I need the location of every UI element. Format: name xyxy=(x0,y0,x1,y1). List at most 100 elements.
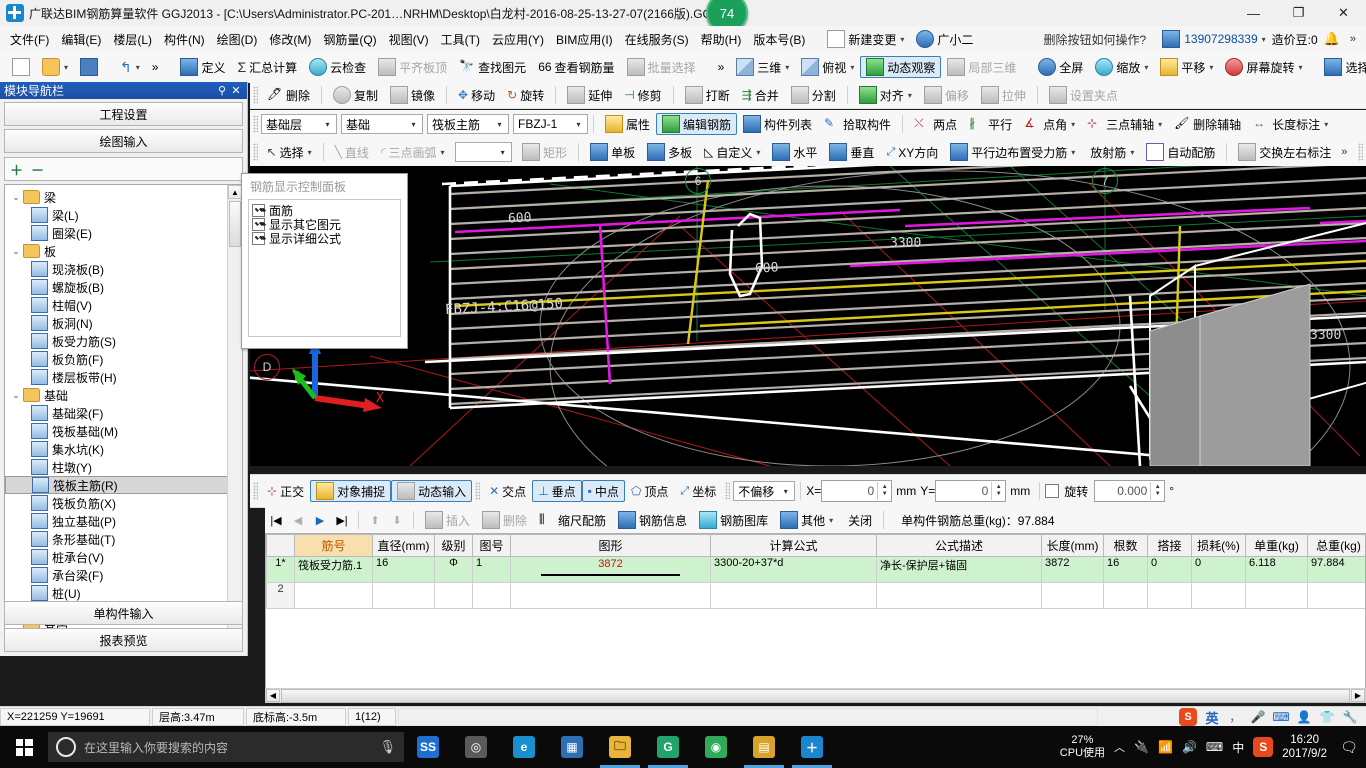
tree-item-spiral-slab[interactable]: 螺旋板(B) xyxy=(5,278,228,296)
table-horizontal-scrollbar[interactable]: ◀ ▶ xyxy=(265,688,1366,703)
select-tool-button[interactable]: ↖ 选择 ▾ xyxy=(261,141,318,163)
toolbar-gripper[interactable] xyxy=(253,86,258,104)
rotate-checkbox[interactable] xyxy=(1045,484,1060,498)
parallel-button[interactable]: ∦ 平行 xyxy=(963,113,1018,135)
table-row[interactable]: 1* 筏板受力筋.1 16 Φ 1 3872 3300-20+37*d 净长-保… xyxy=(266,556,1365,583)
punctuation-icon[interactable]: ， xyxy=(1227,709,1243,725)
tree-item-raft-foundation[interactable]: 筏板基础(M) xyxy=(5,422,228,440)
taskbar-app-store[interactable]: ▦ xyxy=(548,726,596,768)
move-button[interactable]: ✥ 移动 xyxy=(452,84,501,106)
swap-lr-dim-button[interactable]: 交换左右标注 xyxy=(1232,141,1337,163)
th-rowno[interactable] xyxy=(266,534,295,557)
th-loss[interactable]: 损耗(%) xyxy=(1191,534,1246,557)
cell-length[interactable] xyxy=(1041,582,1104,609)
close-button[interactable]: ✕ xyxy=(1321,0,1366,26)
member-name-combo[interactable]: FBZJ-1 ▾ xyxy=(513,114,588,134)
cell-diameter[interactable]: 16 xyxy=(372,556,435,583)
custom-button[interactable]: ◺ 自定义 ▾ xyxy=(698,141,766,163)
delete-axis-button[interactable]: 🖌 删除辅轴 xyxy=(1168,113,1247,135)
taskbar-app-ggj[interactable]: ＋ xyxy=(788,726,836,768)
account-chevron-icon[interactable]: ▾ xyxy=(1262,35,1266,44)
member-list-button[interactable]: 构件列表 xyxy=(737,113,818,135)
save-button[interactable] xyxy=(74,56,104,78)
toolbar-gripper[interactable] xyxy=(253,115,258,133)
cell-rowno[interactable]: 2 xyxy=(266,582,295,609)
tree-item-cast-slab[interactable]: 现浇板(B) xyxy=(5,260,228,278)
extend-button[interactable]: 延伸 xyxy=(561,84,618,106)
menu-edit[interactable]: 编辑(E) xyxy=(55,28,107,51)
new-file-button[interactable] xyxy=(6,56,36,78)
checkbox-top-rebar[interactable] xyxy=(252,203,265,217)
cloud-check-button[interactable]: 云检查 xyxy=(303,56,372,78)
select-floor-button[interactable]: 选择楼层 xyxy=(1318,56,1366,78)
tree-item-slab-hole[interactable]: 板洞(N) xyxy=(5,314,228,332)
cell-rebar-no[interactable]: 筏板受力筋.1 xyxy=(294,556,373,583)
scroll-right-icon[interactable]: ▶ xyxy=(1351,689,1365,702)
account-label[interactable]: 13907298339 xyxy=(1184,32,1257,46)
maximize-restore-button[interactable]: ❐ xyxy=(1276,0,1321,26)
scroll-thumb[interactable] xyxy=(229,201,241,247)
menu-member[interactable]: 构件(N) xyxy=(158,28,211,51)
snapbar-gripper[interactable] xyxy=(253,482,258,500)
tree-item-pile-cap[interactable]: 桩承台(V) xyxy=(5,548,228,566)
taskbar-app-edge[interactable]: e xyxy=(500,726,548,768)
th-shape[interactable]: 图形 xyxy=(510,534,711,557)
ortho-button[interactable]: ⊹ 正交 xyxy=(261,480,310,502)
toolbar-overflow-1[interactable]: » xyxy=(146,56,165,78)
y-offset-input[interactable]: 0 ▲ ▼ xyxy=(935,480,1007,502)
nav-up-button[interactable]: ⬆ xyxy=(364,510,386,530)
snapbar-gripper-3[interactable] xyxy=(725,482,731,500)
wifi-icon[interactable]: 📶 xyxy=(1158,740,1173,754)
cell-total-weight[interactable]: 97.884 xyxy=(1307,556,1365,583)
th-grade[interactable]: 级别 xyxy=(434,534,473,557)
cell-lap[interactable] xyxy=(1147,582,1192,609)
split-button[interactable]: 分割 xyxy=(785,84,842,106)
delete-row-button[interactable]: 删除 xyxy=(476,509,533,531)
pick-member-button[interactable]: ✎ 拾取构件 xyxy=(818,113,897,135)
menu-floor[interactable]: 楼层(L) xyxy=(107,28,158,51)
flush-slab-top-button[interactable]: 平齐板顶 xyxy=(372,56,453,78)
single-slab-button[interactable]: 单板 xyxy=(584,141,641,163)
batch-select-button[interactable]: 批量选择 xyxy=(621,56,702,78)
cell-length[interactable]: 3872 xyxy=(1041,556,1104,583)
expander-icon[interactable]: ⌄ xyxy=(9,246,23,257)
dynamic-input-button[interactable]: 动态输入 xyxy=(391,480,473,502)
single-member-input-button[interactable]: 单构件输入 xyxy=(4,601,243,625)
break-button[interactable]: 打断 xyxy=(679,84,736,106)
start-button[interactable] xyxy=(0,726,48,768)
menu-rebar-qty[interactable]: 钢筋量(Q) xyxy=(317,28,382,51)
taskbar-clock[interactable]: 16:20 2017/9/2 xyxy=(1282,733,1327,761)
local-3d-button[interactable]: 局部三维 xyxy=(941,56,1022,78)
view-3d-button[interactable]: 三维 ▾ xyxy=(730,56,795,78)
menu-draw[interactable]: 绘图(D) xyxy=(211,28,264,51)
menu-help[interactable]: 帮助(H) xyxy=(695,28,748,51)
battery-icon[interactable]: 🔌 xyxy=(1134,740,1149,754)
report-preview-button[interactable]: 报表预览 xyxy=(4,628,243,652)
minimize-button[interactable]: — xyxy=(1231,0,1276,26)
notification-center-icon[interactable]: 🗨 xyxy=(1336,726,1362,768)
stretch-button[interactable]: 拉伸 xyxy=(975,84,1032,106)
edit-rebar-button[interactable]: 编辑钢筋 xyxy=(656,113,738,135)
tree-item-raft-neg-rebar[interactable]: 筏板负筋(X) xyxy=(5,494,228,512)
cell-grade[interactable]: Φ xyxy=(434,556,473,583)
draw-input-button[interactable]: 绘图输入 xyxy=(4,129,243,153)
menu-bim[interactable]: BIM应用(I) xyxy=(550,28,619,51)
mic-icon[interactable]: 🎙 xyxy=(379,739,396,755)
cell-unit-weight[interactable] xyxy=(1245,582,1308,609)
tree-item-beam[interactable]: 梁(L) xyxy=(5,206,228,224)
tree-folder-slab[interactable]: ⌄ 板 xyxy=(5,242,228,260)
category-combo[interactable]: 基础 ▾ xyxy=(341,114,423,134)
scroll-left-icon[interactable]: ◀ xyxy=(266,689,280,702)
tree-item-slab-neg-rebar[interactable]: 板负筋(F) xyxy=(5,350,228,368)
menu-online-service[interactable]: 在线服务(S) xyxy=(619,28,695,51)
cell-formula-desc[interactable]: 净长-保护层+锚固 xyxy=(876,556,1042,583)
tree-item-foundation-beam[interactable]: 基础梁(F) xyxy=(5,404,228,422)
close-icon[interactable]: ✕ xyxy=(229,84,243,97)
cell-diameter[interactable] xyxy=(372,582,435,609)
length-dim-button[interactable]: ↔ 长度标注 ▾ xyxy=(1247,113,1334,135)
cell-shape[interactable] xyxy=(510,582,711,609)
hscroll-thumb[interactable] xyxy=(281,688,1350,703)
project-settings-button[interactable]: 工程设置 xyxy=(4,102,243,126)
zoom-button[interactable]: 缩放 ▾ xyxy=(1089,56,1154,78)
th-unit-weight[interactable]: 单重(kg) xyxy=(1245,534,1308,557)
